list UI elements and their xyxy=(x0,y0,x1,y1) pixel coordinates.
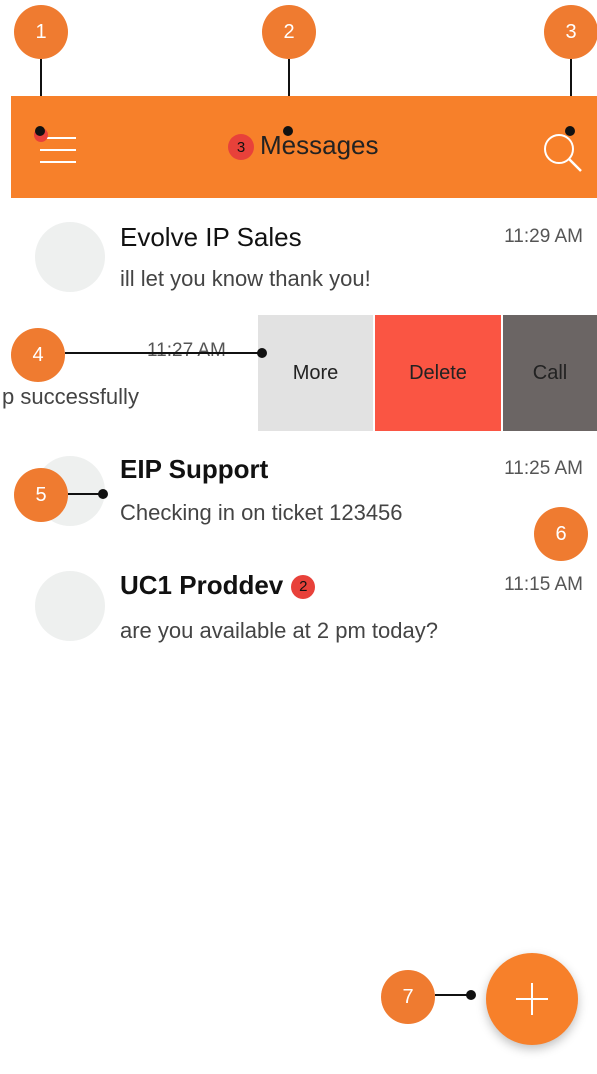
message-preview: ill let you know thank you! xyxy=(120,266,371,291)
unread-count-badge: 2 xyxy=(291,574,316,599)
plus-icon xyxy=(516,983,548,1015)
callout-1-point xyxy=(35,126,45,136)
callout-2-point xyxy=(283,126,293,136)
contact-name: EIP Support xyxy=(120,454,269,484)
callout-4-point xyxy=(257,348,267,358)
message-preview: p successfully xyxy=(2,384,139,409)
callout-4: 4 xyxy=(11,328,65,382)
page-title: Messages xyxy=(260,130,379,160)
callout-3-point xyxy=(565,126,575,136)
contact-name: UC1 Proddev 2 xyxy=(120,570,316,601)
call-action-button[interactable]: Call xyxy=(503,315,597,431)
avatar xyxy=(35,222,105,292)
callout-5-point xyxy=(98,489,108,499)
callout-1: 1 xyxy=(14,5,68,59)
callout-3: 3 xyxy=(544,5,597,59)
callout-5-leader xyxy=(68,493,102,495)
callout-4-leader xyxy=(65,352,260,354)
contact-name: Evolve IP Sales xyxy=(120,222,302,252)
search-icon[interactable] xyxy=(540,130,584,174)
callout-5: 5 xyxy=(14,468,68,522)
unread-badge: 3 xyxy=(228,134,254,160)
message-preview: are you available at 2 pm today? xyxy=(120,618,438,643)
callout-7-point xyxy=(466,990,476,1000)
message-time: 11:15 AM xyxy=(504,574,583,595)
message-time: 11:29 AM xyxy=(504,226,583,247)
more-action-button[interactable]: More xyxy=(258,315,373,431)
message-time: 11:25 AM xyxy=(504,458,583,479)
callout-7: 7 xyxy=(381,970,435,1024)
message-time: 11:27 AM xyxy=(147,340,226,361)
callout-6: 6 xyxy=(534,507,588,561)
message-preview: Checking in on ticket 123456 xyxy=(120,500,403,525)
delete-action-button[interactable]: Delete xyxy=(375,315,501,431)
callout-2: 2 xyxy=(262,5,316,59)
new-message-button[interactable] xyxy=(486,953,578,1045)
avatar xyxy=(35,571,105,641)
